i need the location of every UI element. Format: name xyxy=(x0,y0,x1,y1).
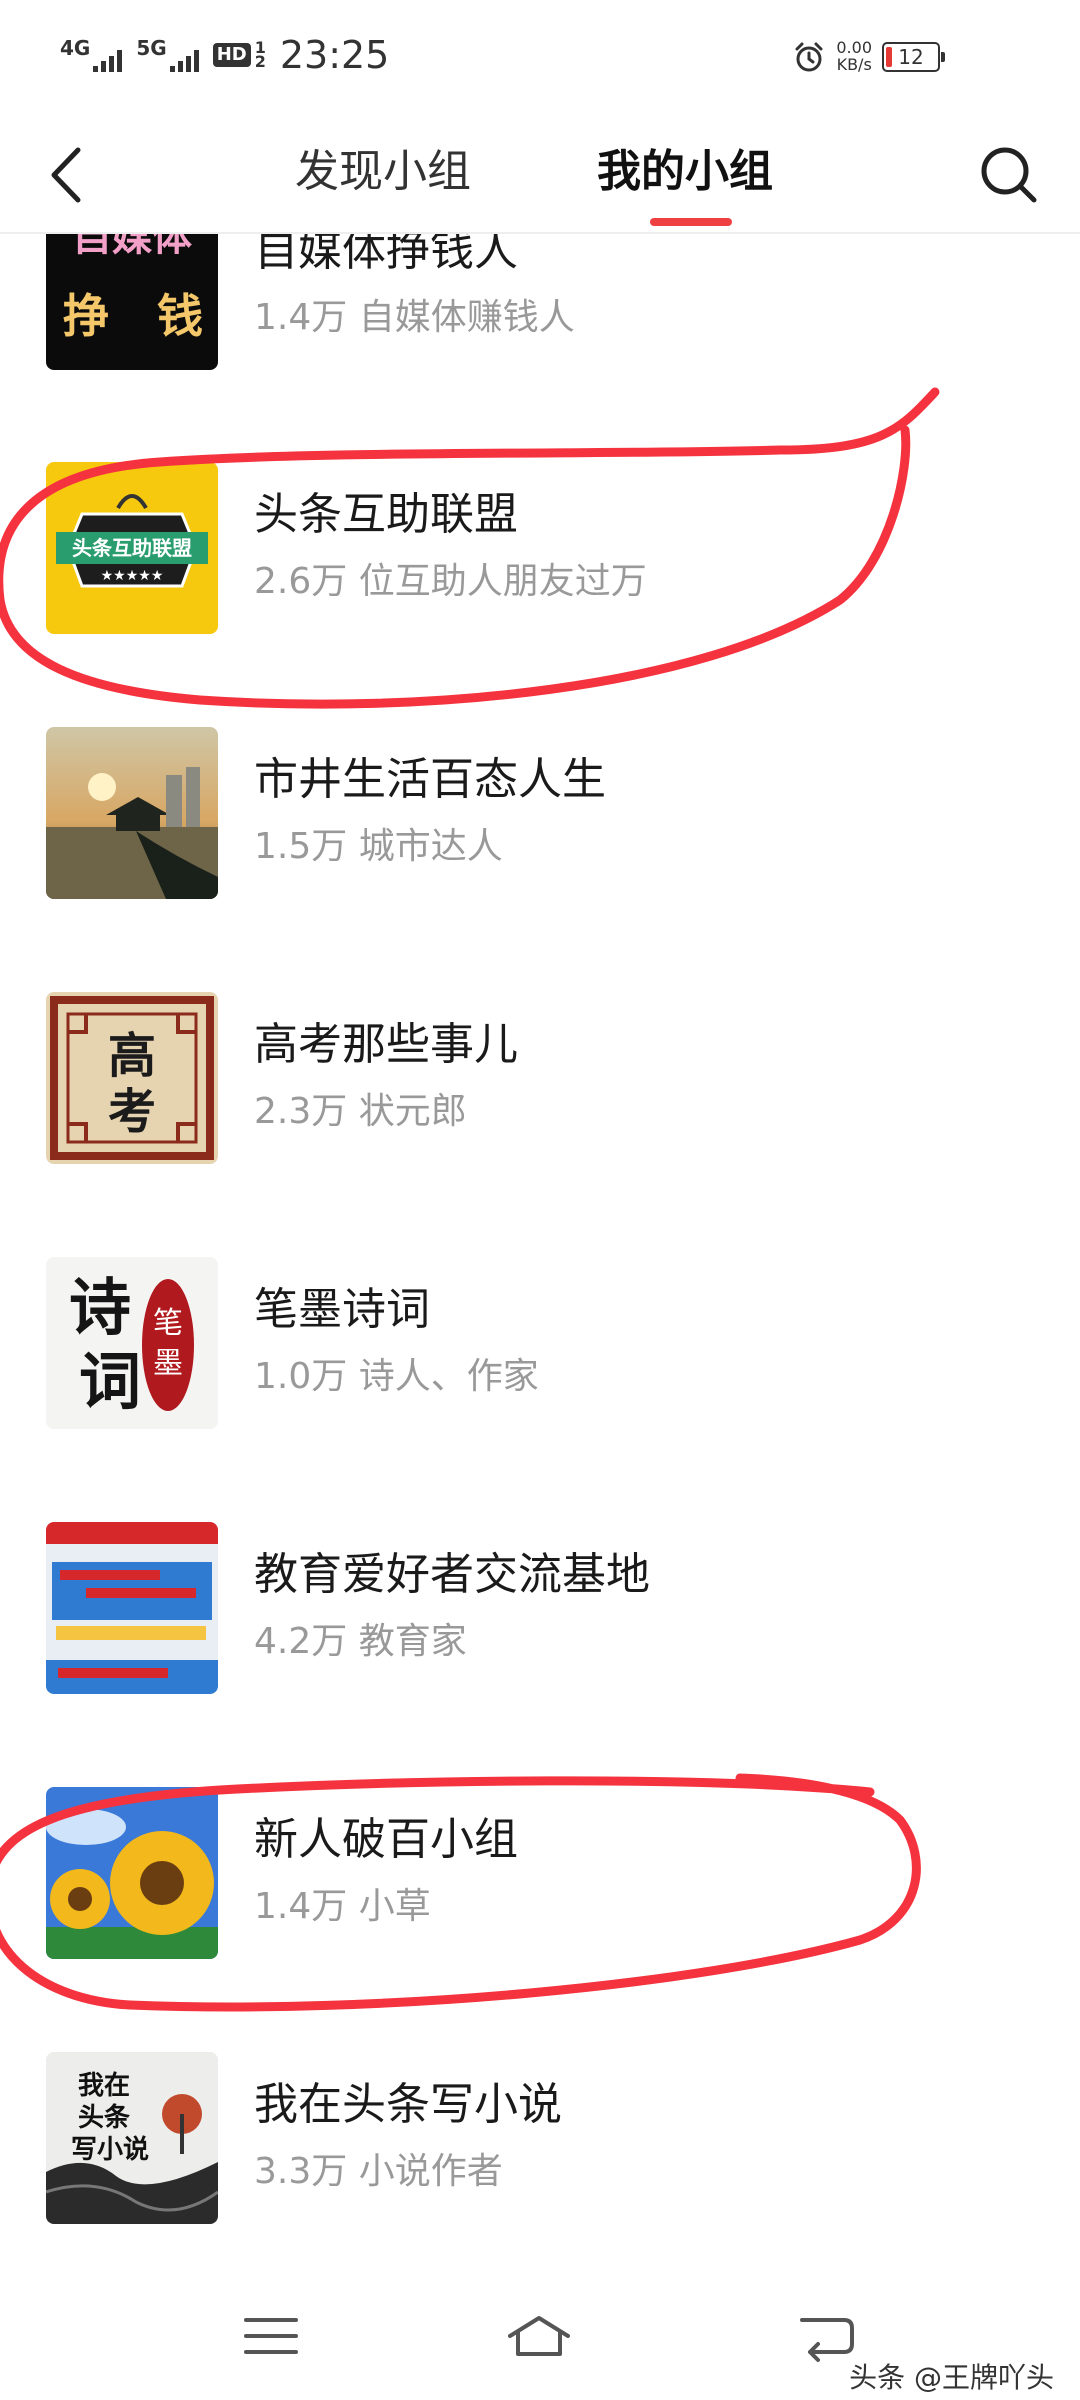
hd-sim-numbers: 1 2 xyxy=(254,39,266,71)
thumb-text: 写小说 xyxy=(71,2135,149,2165)
thumb-text: 笔 xyxy=(153,1306,183,1341)
group-item[interactable]: 市井生活百态人生 1.5万 城市达人 xyxy=(0,699,1080,964)
group-thumbnail: 诗 词 笔 墨 xyxy=(46,1257,218,1429)
watermark: 头条 @王牌吖头 xyxy=(849,2361,1054,2394)
signal-bars-icon xyxy=(93,50,123,72)
group-meta: 1.4万 自媒体赚钱人 xyxy=(254,288,575,340)
thumb-text: 钱 xyxy=(157,289,203,343)
group-thumbnail: 头条互助联盟 ★★★★★ xyxy=(46,462,218,634)
member-count: 3.3万 xyxy=(254,2151,348,2192)
member-title: 位互助人朋友过万 xyxy=(358,561,647,602)
group-meta: 2.6万 位互助人朋友过万 xyxy=(254,552,647,604)
network-speed: 0.00 KB/s xyxy=(836,39,872,74)
status-bar: 4G 5G HD 1 2 23:25 0.00 KB/s 12 xyxy=(0,0,1080,120)
back-arrow-icon[interactable] xyxy=(40,142,100,208)
group-name: 教育爱好者交流基地 xyxy=(254,1549,650,1600)
group-item[interactable]: 新人破百小组 1.4万 小草 xyxy=(0,1759,1080,2024)
thumb-text: 词 xyxy=(79,1345,141,1418)
thumb-text: 挣 xyxy=(63,289,109,343)
group-name: 新人破百小组 xyxy=(254,1814,518,1865)
signal-bars-icon xyxy=(169,50,199,72)
member-count: 2.3万 xyxy=(254,1091,348,1132)
member-count: 1.5万 xyxy=(254,826,348,867)
group-meta: 1.5万 城市达人 xyxy=(254,817,503,869)
member-count: 4.2万 xyxy=(254,1621,348,1662)
hd-sub-2: 2 xyxy=(254,52,266,71)
speed-unit: KB/s xyxy=(836,55,872,74)
group-thumbnail xyxy=(46,727,218,899)
nav-bar: 发现小组 我的小组 xyxy=(0,120,1080,230)
member-title: 小说作者 xyxy=(358,2151,503,2192)
group-name: 市井生活百态人生 xyxy=(254,754,606,805)
clock: 23:25 xyxy=(279,33,390,77)
hd-badge: HD xyxy=(212,43,251,67)
group-item[interactable]: 教育爱好者交流基地 4.2万 教育家 xyxy=(0,1494,1080,1759)
thumb-text: 诗 xyxy=(69,1271,131,1344)
member-count: 2.6万 xyxy=(254,561,348,602)
network-label: 5G xyxy=(136,36,167,60)
member-title: 教育家 xyxy=(358,1621,467,1662)
group-name: 我在头条写小说 xyxy=(254,2079,562,2130)
member-count: 1.4万 xyxy=(254,297,348,338)
group-item[interactable]: 自媒体 挣 钱 自媒体挣钱人 1.4万 自媒体赚钱人 xyxy=(0,234,1080,435)
battery-icon: 12 xyxy=(882,42,945,72)
group-meta: 1.4万 小草 xyxy=(254,1877,431,1929)
member-count: 1.0万 xyxy=(254,1356,348,1397)
group-meta: 1.0万 诗人、作家 xyxy=(254,1347,539,1399)
member-title: 城市达人 xyxy=(358,826,503,867)
tab-my-groups[interactable]: 我的小组 xyxy=(597,146,773,199)
group-thumbnail: 自媒体 挣 钱 xyxy=(46,234,218,370)
network-label: 4G xyxy=(60,36,91,60)
group-thumbnail xyxy=(46,1522,218,1694)
group-name: 高考那些事儿 xyxy=(254,1019,518,1070)
menu-icon[interactable] xyxy=(236,2306,306,2366)
status-left: 4G 5G HD 1 2 23:25 xyxy=(60,36,389,74)
home-icon[interactable] xyxy=(504,2306,574,2366)
group-name: 笔墨诗词 xyxy=(254,1284,430,1335)
thumb-text: 头条互助联盟 xyxy=(72,536,192,560)
group-list: 自媒体 挣 钱 自媒体挣钱人 1.4万 自媒体赚钱人 头条互助联盟 ★★★★★ … xyxy=(0,234,1080,2284)
signal-5g-indicator: 5G xyxy=(136,36,199,72)
group-meta: 4.2万 教育家 xyxy=(254,1612,467,1664)
thumb-text: 自媒体 xyxy=(72,234,192,260)
group-name: 头条互助联盟 xyxy=(254,489,518,540)
group-item[interactable]: 我在 头条 写小说 我在头条写小说 3.3万 小说作者 xyxy=(0,2024,1080,2284)
thumb-text: 我在 xyxy=(78,2071,130,2101)
status-right: 0.00 KB/s 12 xyxy=(792,39,945,74)
thumb-text: 头条 xyxy=(78,2103,131,2133)
alarm-icon xyxy=(795,42,823,72)
group-name: 自媒体挣钱人 xyxy=(254,234,518,276)
svg-text:★★★★★: ★★★★★ xyxy=(101,568,164,584)
group-item[interactable]: 头条互助联盟 ★★★★★ 头条互助联盟 2.6万 位互助人朋友过万 xyxy=(0,434,1080,699)
thumb-text: 墨 xyxy=(153,1346,183,1381)
tab-discover-groups[interactable]: 发现小组 xyxy=(295,146,471,199)
group-thumbnail: 高 考 xyxy=(46,992,218,1164)
thumb-text: 高 xyxy=(108,1028,156,1084)
group-meta: 3.3万 小说作者 xyxy=(254,2142,503,2194)
thumb-text: 考 xyxy=(108,1084,156,1140)
group-item[interactable]: 诗 词 笔 墨 笔墨诗词 1.0万 诗人、作家 xyxy=(0,1229,1080,1494)
search-icon[interactable] xyxy=(974,140,1044,210)
active-tab-indicator xyxy=(650,218,732,226)
battery-level: 12 xyxy=(898,45,924,69)
group-thumbnail: 我在 头条 写小说 xyxy=(46,2052,218,2224)
member-title: 诗人、作家 xyxy=(358,1356,539,1397)
group-item[interactable]: 高 考 高考那些事儿 2.3万 状元郎 xyxy=(0,964,1080,1229)
member-title: 小草 xyxy=(358,1886,431,1927)
member-title: 状元郎 xyxy=(358,1091,467,1132)
group-meta: 2.3万 状元郎 xyxy=(254,1082,467,1134)
member-title: 自媒体赚钱人 xyxy=(358,297,575,338)
group-thumbnail xyxy=(46,1787,218,1959)
signal-4g-indicator: 4G xyxy=(60,36,123,72)
member-count: 1.4万 xyxy=(254,1886,348,1927)
